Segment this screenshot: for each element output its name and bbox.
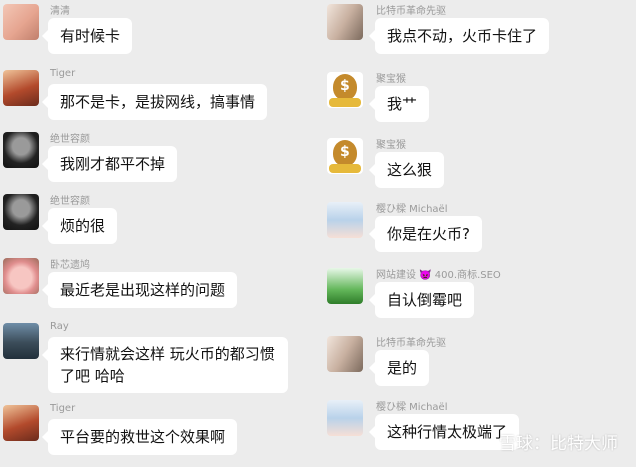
avatar[interactable] xyxy=(3,323,39,359)
message-bubble[interactable]: 这种行情太极端了 xyxy=(368,414,520,450)
avatar[interactable] xyxy=(3,132,39,168)
chat-message: 樱ひ樑 Michaël 你是在火币? xyxy=(318,198,636,264)
chat-message: 网站建设 👿 400.商标.SEO 自认倒霉吧 xyxy=(318,264,636,330)
message-bubble[interactable]: 这么狠 xyxy=(368,152,445,188)
sender-name: 樱ひ樑 Michaël xyxy=(376,402,448,413)
avatar[interactable] xyxy=(3,258,39,294)
avatar[interactable] xyxy=(3,4,39,40)
right-chat-column: 比特币革命先驱 我点不动，火币卡住了 聚宝猴 我艹 聚宝猴 这么狠 樱ひ樑 Mi… xyxy=(318,0,636,462)
avatar[interactable] xyxy=(3,405,39,441)
message-bubble[interactable]: 有时候卡 xyxy=(41,18,133,54)
chat-message: Tiger 平台要的救世这个效果啊 xyxy=(0,401,318,467)
message-bubble[interactable]: 那不是卡，是拔网线，搞事情 xyxy=(41,84,268,120)
avatar[interactable] xyxy=(327,4,363,40)
sender-name: 聚宝猴 xyxy=(376,74,406,85)
sender-name: 卧芯遗鸠 xyxy=(50,260,90,271)
sender-name: Tiger xyxy=(50,403,76,414)
avatar[interactable] xyxy=(327,72,363,108)
avatar[interactable] xyxy=(3,194,39,230)
message-bubble[interactable]: 最近老是出现这样的问题 xyxy=(41,272,238,308)
message-bubble[interactable]: 我刚才都平不掉 xyxy=(41,146,178,182)
sender-name: 清清 xyxy=(50,6,70,17)
message-bubble[interactable]: 我点不动，火币卡住了 xyxy=(368,18,550,54)
coins-icon xyxy=(329,98,361,107)
avatar[interactable] xyxy=(327,138,363,174)
chat-message: 聚宝猴 这么狠 xyxy=(318,134,636,200)
message-bubble[interactable]: 是的 xyxy=(368,350,430,386)
avatar[interactable] xyxy=(3,70,39,106)
money-bag-icon xyxy=(333,74,357,100)
sender-name: Tiger xyxy=(50,68,76,79)
chat-message: 聚宝猴 我艹 xyxy=(318,68,636,134)
chat-message: 比特币革命先驱 我点不动，火币卡住了 xyxy=(318,0,636,66)
chat-message: 清清 有时候卡 xyxy=(0,0,318,66)
sender-name: 绝世容颜 xyxy=(50,134,90,145)
chat-message: 绝世容颜 我刚才都平不掉 xyxy=(0,128,318,194)
sender-name: 比特币革命先驱 xyxy=(376,6,446,17)
chat-message: Ray 来行情就会这样 玩火币的都习惯了吧 哈哈 xyxy=(0,319,318,401)
message-bubble[interactable]: 烦的很 xyxy=(41,208,118,244)
sender-name: Ray xyxy=(50,321,69,332)
message-bubble[interactable]: 自认倒霉吧 xyxy=(368,282,475,318)
message-bubble[interactable]: 你是在火币? xyxy=(369,216,482,252)
sender-name: 聚宝猴 xyxy=(376,140,406,151)
sender-name: 绝世容颜 xyxy=(50,196,90,207)
coins-icon xyxy=(329,164,361,173)
avatar[interactable] xyxy=(327,336,363,372)
chat-message: Tiger 那不是卡，是拔网线，搞事情 xyxy=(0,66,318,132)
message-bubble[interactable]: 我艹 xyxy=(368,86,430,122)
chat-message: 比特币革命先驱 是的 xyxy=(318,332,636,398)
chat-message: 绝世容颜 烦的很 xyxy=(0,190,318,256)
sender-name: 樱ひ樑 Michaël xyxy=(376,204,448,215)
chat-message: 卧芯遗鸠 最近老是出现这样的问题 xyxy=(0,254,318,320)
money-bag-icon xyxy=(333,140,357,166)
sender-name: 网站建设 👿 400.商标.SEO xyxy=(376,270,501,281)
message-bubble[interactable]: 来行情就会这样 玩火币的都习惯了吧 哈哈 xyxy=(42,337,288,393)
sender-name: 比特币革命先驱 xyxy=(376,338,446,349)
message-bubble[interactable]: 平台要的救世这个效果啊 xyxy=(41,419,238,455)
avatar[interactable] xyxy=(327,400,363,436)
left-chat-column: 清清 有时候卡 Tiger 那不是卡，是拔网线，搞事情 绝世容颜 我刚才都平不掉… xyxy=(0,0,318,462)
avatar[interactable] xyxy=(327,268,363,304)
avatar[interactable] xyxy=(327,202,363,238)
watermark: 雪球：比特大师 xyxy=(499,434,618,454)
